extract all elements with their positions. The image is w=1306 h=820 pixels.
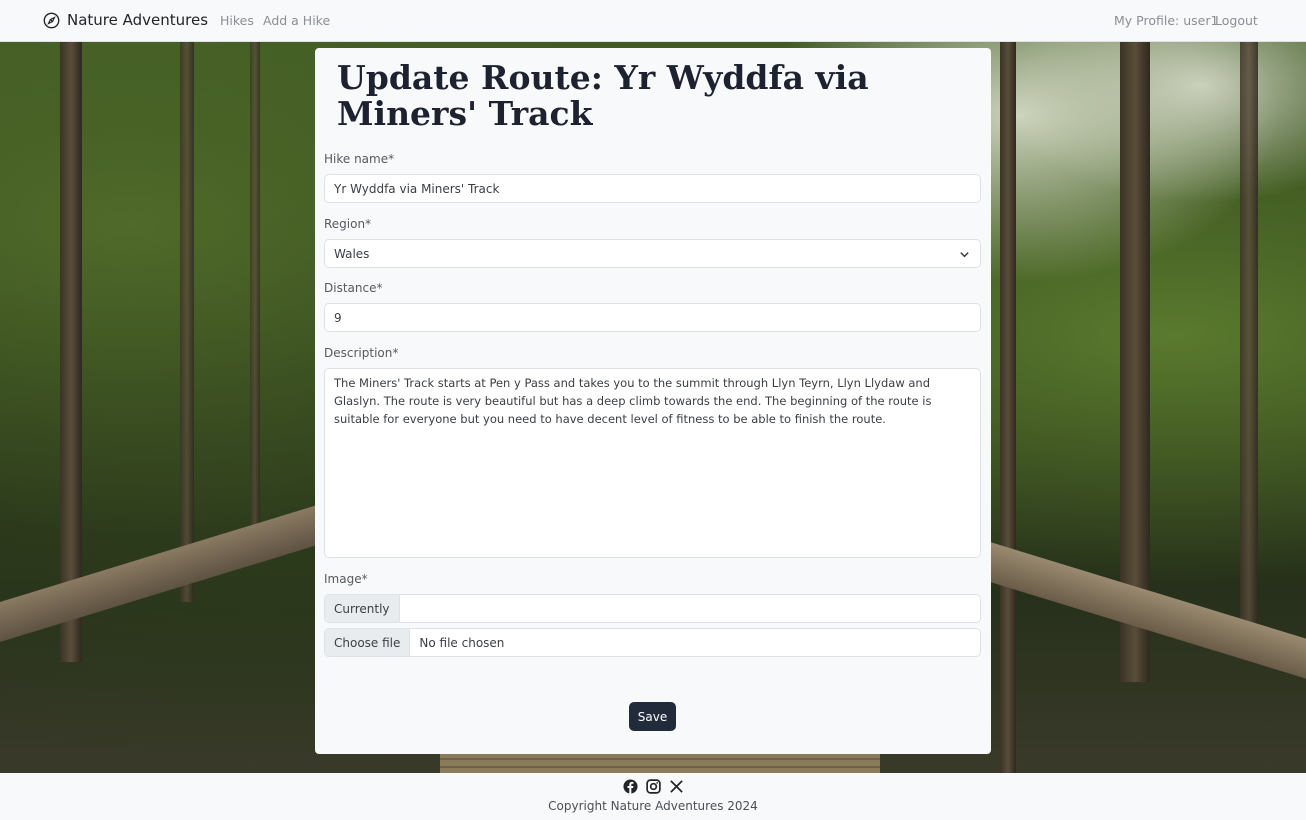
- currently-label: Currently: [325, 595, 400, 622]
- current-image-field: Currently: [324, 594, 981, 623]
- description-label: Description*: [324, 346, 399, 360]
- choose-file-button[interactable]: Choose file: [325, 629, 411, 656]
- compass-icon: [43, 12, 60, 28]
- chevron-down-icon: [960, 252, 969, 258]
- save-button[interactable]: Save: [629, 702, 676, 731]
- distance-value: 9: [334, 310, 342, 325]
- facebook-icon[interactable]: [623, 779, 638, 794]
- distance-input[interactable]: 9: [324, 303, 981, 332]
- brand-link[interactable]: Nature Adventures: [43, 11, 208, 29]
- page-title: Update Route: Yr Wyddfa via Miners' Trac…: [337, 58, 869, 133]
- region-select[interactable]: Wales: [324, 239, 981, 268]
- nav-link-hikes[interactable]: Hikes: [220, 13, 254, 28]
- copyright-text: Copyright Nature Adventures 2024: [548, 799, 758, 813]
- nav-link-logout[interactable]: Logout: [1215, 13, 1258, 28]
- region-value: Wales: [334, 246, 370, 261]
- hike-name-value: Yr Wyddfa via Miners' Track: [334, 181, 500, 196]
- image-label: Image*: [324, 572, 368, 586]
- distance-label: Distance*: [324, 281, 383, 295]
- x-icon[interactable]: [669, 779, 684, 794]
- hike-name-label: Hike name*: [324, 152, 395, 166]
- no-file-chosen-text: No file chosen: [419, 635, 505, 650]
- social-links: [623, 779, 684, 794]
- nav-link-add-hike[interactable]: Add a Hike: [263, 13, 330, 28]
- description-textarea[interactable]: The Miners' Track starts at Pen y Pass a…: [324, 368, 981, 558]
- nav-link-profile[interactable]: My Profile: user1: [1114, 13, 1218, 28]
- update-route-card: Update Route: Yr Wyddfa via Miners' Trac…: [315, 48, 991, 754]
- image-file-input[interactable]: Choose file No file chosen: [324, 628, 981, 657]
- footer: Copyright Nature Adventures 2024: [0, 773, 1306, 820]
- region-label: Region*: [324, 217, 372, 231]
- hike-name-input[interactable]: Yr Wyddfa via Miners' Track: [324, 174, 981, 203]
- navbar: Nature Adventures Hikes Add a Hike My Pr…: [0, 0, 1306, 42]
- brand-name: Nature Adventures: [67, 11, 209, 29]
- current-image-link[interactable]: [400, 595, 418, 622]
- instagram-icon[interactable]: [646, 779, 661, 794]
